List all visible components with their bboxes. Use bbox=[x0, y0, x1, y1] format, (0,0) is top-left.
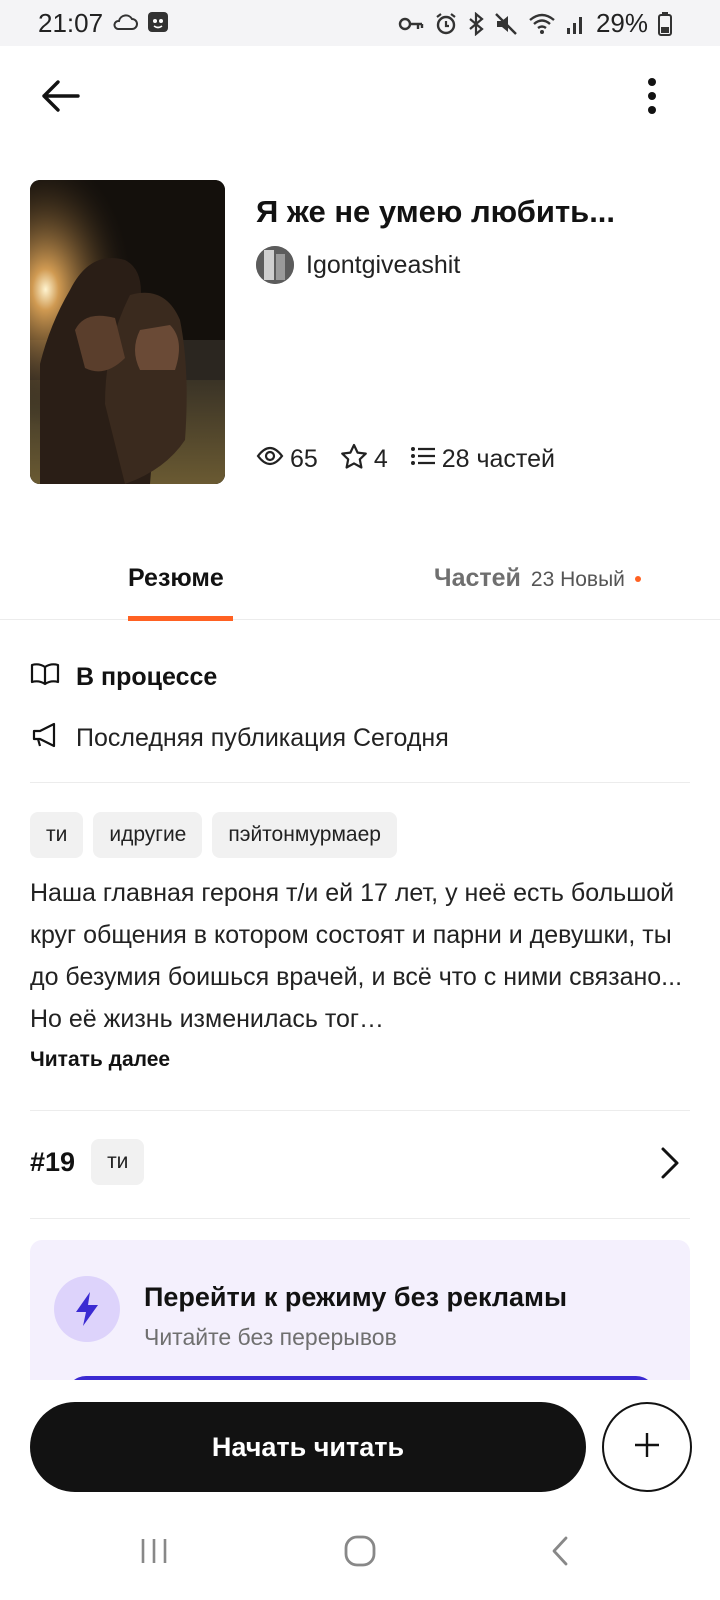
cloud-icon bbox=[112, 13, 138, 36]
megaphone-icon bbox=[30, 722, 60, 755]
home-icon[interactable] bbox=[330, 1526, 390, 1576]
back-button[interactable] bbox=[34, 72, 86, 124]
arrow-left-icon bbox=[40, 79, 80, 118]
lightning-icon bbox=[54, 1276, 120, 1342]
story-title: Я же не умею любить... bbox=[256, 194, 616, 229]
votes-stat: 4 bbox=[340, 443, 388, 476]
last-published-row: Последняя публикация Сегодня bbox=[30, 722, 449, 755]
tab-parts-label: Частей bbox=[434, 564, 521, 592]
read-more-link[interactable]: Читать далее bbox=[30, 1048, 170, 1072]
views-count: 65 bbox=[290, 445, 318, 473]
story-stats: 65 4 28 частей bbox=[256, 443, 577, 476]
system-nav-bar bbox=[0, 1500, 720, 1600]
bluetooth-icon bbox=[468, 11, 484, 36]
story-description: Наша главная героня т/и ей 17 лет, у неё… bbox=[30, 879, 683, 1033]
mute-icon bbox=[494, 12, 518, 36]
battery-icon bbox=[658, 11, 672, 36]
tab-summary[interactable]: Резюме bbox=[128, 564, 224, 593]
tab-parts[interactable]: Частей 23 Новый bbox=[434, 564, 641, 593]
tab-parts-new-count: 23 Новый bbox=[530, 568, 625, 591]
add-to-library-button[interactable] bbox=[602, 1402, 692, 1492]
divider bbox=[30, 1218, 690, 1219]
parts-stat: 28 частей bbox=[410, 445, 555, 474]
divider bbox=[30, 782, 690, 783]
tag-chip[interactable]: пэйтонмурмаер bbox=[212, 812, 397, 858]
star-icon bbox=[340, 443, 368, 476]
ranking-row[interactable]: #19 ти bbox=[30, 1138, 690, 1186]
eye-icon bbox=[256, 445, 284, 474]
story-status-row: В процессе bbox=[30, 662, 217, 693]
alarm-icon bbox=[434, 12, 458, 36]
back-nav-icon[interactable] bbox=[530, 1526, 590, 1576]
ranking-tag: ти bbox=[91, 1139, 145, 1185]
tag-chip[interactable]: идругие bbox=[93, 812, 203, 858]
story-cover-image[interactable] bbox=[30, 180, 225, 484]
recent-apps-icon[interactable] bbox=[124, 1526, 184, 1576]
parts-count: 28 частей bbox=[441, 445, 555, 473]
app-notification-icon bbox=[146, 10, 170, 39]
open-book-icon bbox=[30, 662, 60, 693]
promo-subtitle: Читайте без перерывов bbox=[144, 1324, 397, 1350]
promo-title: Перейти к режиму без рекламы bbox=[144, 1282, 568, 1312]
battery-text: 29% bbox=[595, 8, 648, 38]
bottom-action-bar: Начать читать bbox=[0, 1380, 720, 1500]
list-icon bbox=[410, 445, 436, 474]
ranking-number: #19 bbox=[30, 1146, 76, 1177]
chevron-right-icon bbox=[660, 1146, 680, 1185]
more-options-button[interactable] bbox=[630, 72, 674, 124]
start-reading-button[interactable]: Начать читать bbox=[30, 1402, 586, 1492]
signal-icon bbox=[566, 13, 586, 35]
more-vertical-icon bbox=[647, 77, 657, 120]
last-published-text: Последняя публикация Сегодня bbox=[76, 724, 449, 752]
active-tab-indicator bbox=[128, 616, 233, 621]
views-stat: 65 bbox=[256, 445, 318, 474]
wifi-icon bbox=[528, 13, 556, 35]
tab-bar: Резюме Частей 23 Новый bbox=[0, 540, 720, 621]
plus-icon bbox=[633, 1431, 661, 1464]
author-avatar bbox=[256, 246, 294, 284]
tag-list: ти идругие пэйтонмурмаер bbox=[30, 812, 397, 858]
tag-chip[interactable]: ти bbox=[30, 812, 84, 858]
author-link[interactable]: Igontgiveashit bbox=[256, 246, 460, 284]
status-bar: 21:07 29% bbox=[0, 0, 720, 46]
story-status: В процессе bbox=[76, 663, 218, 691]
new-dot-icon bbox=[634, 576, 641, 582]
divider bbox=[30, 1110, 690, 1111]
votes-count: 4 bbox=[373, 445, 388, 473]
key-icon bbox=[398, 16, 424, 32]
ad-free-promo-card[interactable]: Перейти к режиму без рекламы Читайте без… bbox=[30, 1240, 690, 1380]
author-name: Igontgiveashit bbox=[306, 250, 461, 279]
status-time: 21:07 bbox=[38, 8, 104, 38]
